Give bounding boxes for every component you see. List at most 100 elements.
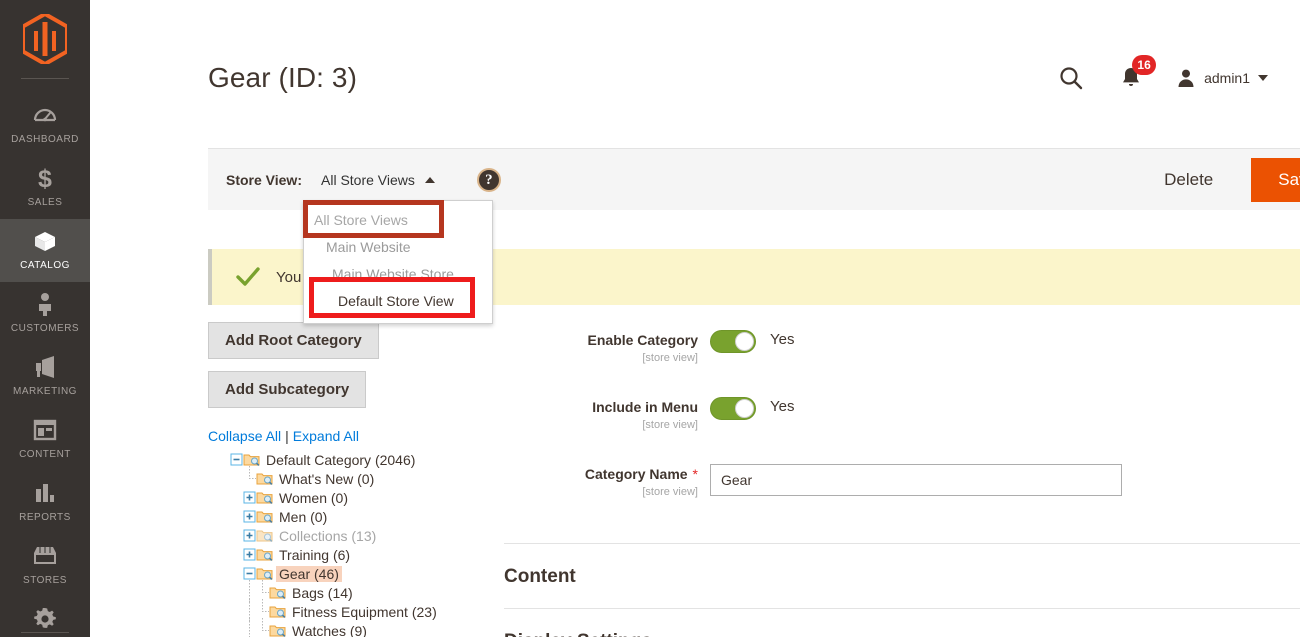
expand-toggle-icon[interactable]: [243, 491, 256, 504]
enable-category-label: Enable Category: [587, 332, 698, 348]
collapse-all-link[interactable]: Collapse All: [208, 428, 281, 444]
sidebar-item-system[interactable]: System: [0, 597, 90, 637]
store-view-option-main-website[interactable]: Main Website: [304, 234, 492, 261]
include-in-menu-toggle[interactable]: [710, 397, 756, 420]
tree-node[interactable]: Training (6): [208, 545, 498, 564]
include-in-menu-value: Yes: [770, 398, 795, 415]
tree-node[interactable]: What's New (0): [208, 466, 498, 488]
tree-node-label[interactable]: Gear (46): [276, 565, 342, 582]
sidebar-item-stores[interactable]: Stores: [0, 534, 90, 597]
tree-node-label[interactable]: Collections (13): [276, 528, 379, 544]
expand-toggle-icon[interactable]: [243, 548, 256, 561]
store-view-option-all-store-views[interactable]: All Store Views: [304, 207, 492, 234]
sidebar-item-dashboard[interactable]: Dashboard: [0, 93, 90, 156]
expand-toggle-icon[interactable]: [243, 529, 256, 542]
person-icon: [0, 291, 90, 319]
user-menu[interactable]: admin1: [1176, 68, 1268, 88]
tree-connector: [243, 466, 256, 488]
category-tree-panel: Add Root Category Add Subcategory Collap…: [208, 322, 498, 637]
sidebar-item-marketing[interactable]: Marketing: [0, 345, 90, 408]
gear-icon: [0, 606, 90, 634]
tree-node-label[interactable]: Bags (14): [289, 585, 356, 601]
help-question-icon[interactable]: ?: [476, 167, 501, 192]
store-view-switcher[interactable]: All Store Views: [321, 172, 435, 188]
toggle-knob: [735, 399, 754, 418]
tree-node-label[interactable]: Women (0): [276, 490, 351, 506]
scope-note: [store view]: [642, 352, 698, 364]
tree-toggle-links: Collapse All | Expand All: [208, 428, 498, 444]
field-category-name: Category Name * [store view]: [504, 464, 1300, 498]
link-separator: |: [285, 428, 289, 444]
store-view-dropdown: All Store Views Main Website Main Websit…: [303, 200, 493, 324]
folder-search-icon: [256, 566, 273, 581]
expand-toggle-icon[interactable]: [243, 510, 256, 523]
category-name-input[interactable]: [710, 464, 1122, 496]
svg-text:$: $: [38, 165, 52, 191]
scope-note: [store view]: [642, 486, 698, 498]
tree-connector: [243, 618, 256, 637]
tree-node-label[interactable]: Default Category (2046): [263, 452, 418, 468]
sidebar-item-label: Sales: [27, 197, 63, 208]
tree-connector: [256, 618, 269, 637]
tree-node[interactable]: Men (0): [208, 507, 498, 526]
folder-search-icon: [256, 471, 273, 486]
sidebar-item-customers[interactable]: Customers: [0, 282, 90, 345]
search-icon[interactable]: [1058, 65, 1084, 91]
store-view-label: Store View:: [226, 171, 302, 188]
notification-bell-icon[interactable]: 16: [1120, 55, 1157, 90]
tree-node[interactable]: Watches (9): [208, 618, 498, 637]
sidebar-item-label: Content: [19, 449, 71, 460]
section-title: Content: [504, 566, 576, 587]
tree-node[interactable]: Default Category (2046): [208, 450, 498, 469]
section-display-settings[interactable]: Display Settings: [504, 608, 1300, 637]
sidebar-item-label: Dashboard: [11, 134, 79, 145]
megaphone-icon: [0, 354, 90, 382]
user-avatar-icon: [1176, 68, 1196, 88]
collapse-toggle-icon[interactable]: [230, 453, 243, 466]
delete-button[interactable]: Delete: [1154, 164, 1223, 196]
tree-node[interactable]: Women (0): [208, 488, 498, 507]
collapse-toggle-icon[interactable]: [243, 567, 256, 580]
sidebar-item-reports[interactable]: Reports: [0, 471, 90, 534]
store-view-selected-value: All Store Views: [321, 171, 415, 188]
folder-search-icon: [256, 547, 273, 562]
magento-logo[interactable]: [0, 0, 90, 78]
tree-node[interactable]: Collections (13): [208, 526, 498, 545]
category-name-label: Category Name: [584, 466, 688, 482]
scope-note: [store view]: [642, 419, 698, 431]
expand-all-link[interactable]: Expand All: [293, 428, 359, 444]
store-view-option-main-website-store[interactable]: Main Website Store: [304, 261, 492, 288]
field-enable-category: Enable Category [store view] Yes: [504, 330, 1300, 364]
sidebar-item-label: Marketing: [13, 386, 77, 397]
enable-category-toggle[interactable]: [710, 330, 756, 353]
folder-search-icon: [256, 509, 273, 524]
sidebar-item-sales[interactable]: $ Sales: [0, 156, 90, 219]
chevron-up-icon: [424, 176, 435, 183]
field-label: Enable Category [store view]: [504, 330, 710, 364]
store-view-option-default-store-view[interactable]: Default Store View: [304, 288, 492, 315]
tree-node-label[interactable]: Training (6): [276, 547, 353, 563]
sidebar-item-catalog[interactable]: Catalog: [0, 219, 90, 282]
tree-node[interactable]: Bags (14): [208, 580, 498, 602]
chevron-down-icon: [1258, 75, 1268, 81]
folder-search-icon: [269, 623, 286, 637]
section-content[interactable]: Content: [504, 543, 1300, 608]
tree-node[interactable]: Fitness Equipment (23): [208, 599, 498, 621]
add-root-category-button[interactable]: Add Root Category: [208, 322, 379, 359]
page-title: Gear (ID: 3): [208, 62, 358, 93]
sidebar-item-content[interactable]: Content: [0, 408, 90, 471]
tree-node-selected[interactable]: Gear (46): [208, 564, 498, 583]
tree-node-label[interactable]: Men (0): [276, 509, 330, 525]
save-button[interactable]: Save: [1251, 158, 1300, 202]
dashboard-icon: [0, 102, 90, 130]
tree-node-label[interactable]: What's New (0): [276, 471, 377, 487]
add-subcategory-button[interactable]: Add Subcategory: [208, 371, 367, 408]
folder-search-icon: [269, 585, 286, 600]
category-tree: Default Category (2046) What's New (0) W…: [208, 450, 498, 637]
tree-node-label[interactable]: Watches (9): [289, 623, 370, 637]
main-sidebar: Dashboard $ Sales Catalog: [0, 0, 90, 637]
enable-category-value: Yes: [770, 331, 795, 348]
folder-search-icon: [243, 452, 260, 467]
tree-node-label[interactable]: Fitness Equipment (23): [289, 604, 440, 620]
page-header: Gear (ID: 3) 16 admin1: [90, 0, 1300, 140]
